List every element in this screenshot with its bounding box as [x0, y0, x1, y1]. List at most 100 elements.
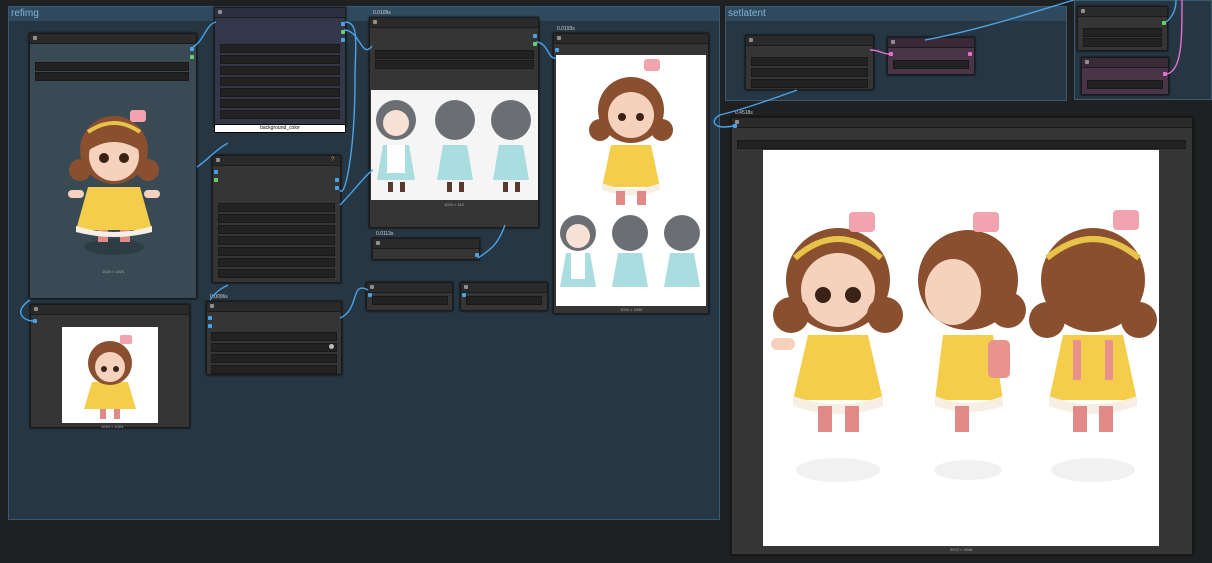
group-title-setlatent[interactable]: setlatent	[726, 7, 1066, 21]
output-pin-1[interactable]	[335, 178, 339, 182]
input-pin-2[interactable]	[214, 178, 218, 182]
small-node-c[interactable]	[460, 282, 548, 311]
input-pin-1[interactable]	[208, 316, 212, 320]
latent-field-2[interactable]	[751, 68, 868, 77]
node-header[interactable]	[746, 36, 873, 46]
collapse-dot[interactable]	[33, 36, 37, 40]
sheet-field-1[interactable]	[375, 50, 534, 59]
collapse-dot[interactable]	[370, 285, 374, 289]
collapse-dot[interactable]	[216, 158, 220, 162]
top-right-node-b[interactable]	[1081, 57, 1169, 95]
collapse-dot[interactable]	[891, 40, 895, 44]
node-header[interactable]	[1082, 58, 1168, 68]
param-field-4[interactable]	[218, 236, 335, 245]
node-header[interactable]	[370, 18, 538, 28]
setting-field-6[interactable]	[220, 99, 340, 108]
param-field-7[interactable]	[218, 269, 335, 278]
node-b-field[interactable]	[1087, 80, 1163, 89]
setting-field-7[interactable]	[220, 110, 340, 119]
output-preview-node[interactable]: 0.4518s 3072 × 2048	[731, 110, 1193, 555]
collapse-dot[interactable]	[34, 307, 38, 311]
collapse-dot[interactable]	[464, 285, 468, 289]
collapse-dot[interactable]	[1085, 60, 1089, 64]
setting-field-3[interactable]	[220, 66, 340, 75]
small-node-b-field[interactable]	[372, 296, 448, 305]
node-header[interactable]	[367, 283, 452, 293]
sampler-field-1[interactable]	[211, 332, 337, 341]
latent-field-3[interactable]	[751, 79, 868, 88]
output-pin-2[interactable]	[341, 30, 345, 34]
node-header[interactable]	[888, 38, 974, 48]
small-node-a[interactable]: 0.0113s	[372, 231, 480, 260]
small-node-c-field[interactable]	[466, 296, 542, 305]
toggle-dot[interactable]	[329, 344, 334, 349]
input-pin[interactable]	[555, 48, 559, 52]
input-pin[interactable]	[733, 124, 737, 128]
latent-pink-node[interactable]	[887, 37, 975, 75]
node-graph-canvas[interactable]: refimg setlatent 1024 × 1024 1024 × 1024…	[0, 0, 1212, 563]
input-pin-2[interactable]	[208, 324, 212, 328]
character-sheet-node[interactable]: 0.0109s 1024 × 512	[369, 10, 539, 228]
collapse-dot[interactable]	[749, 38, 753, 42]
setting-field-5[interactable]	[220, 88, 340, 97]
node-header[interactable]	[373, 239, 479, 249]
sampler-field-3[interactable]	[211, 354, 337, 363]
setting-field-1[interactable]	[220, 44, 340, 53]
node-header[interactable]	[207, 302, 341, 312]
output-pin-1[interactable]	[533, 34, 537, 38]
top-right-node-a[interactable]	[1077, 6, 1168, 51]
pink-node-field[interactable]	[893, 60, 969, 69]
node-header[interactable]	[461, 283, 547, 293]
node-a-field-2[interactable]	[1083, 38, 1162, 47]
collapse-dot[interactable]	[557, 36, 561, 40]
output-pin-1[interactable]	[341, 22, 345, 26]
processing-node[interactable]: ?	[212, 155, 341, 283]
param-field-6[interactable]	[218, 258, 335, 267]
collapse-dot[interactable]	[1081, 9, 1085, 13]
settings-node[interactable]	[214, 7, 346, 125]
node-header[interactable]	[213, 156, 340, 166]
node-header[interactable]	[31, 305, 189, 315]
output-pin[interactable]	[475, 253, 479, 257]
background-color-field[interactable]: background_color	[214, 124, 346, 133]
sampler-node[interactable]: 0.0006s	[206, 294, 342, 375]
node-header[interactable]	[215, 8, 345, 18]
preview-image-node[interactable]: 1024 × 1024	[30, 304, 190, 429]
sampler-field-2[interactable]	[211, 343, 337, 352]
output-pin-2[interactable]	[335, 186, 339, 190]
output-pin-2[interactable]	[533, 42, 537, 46]
param-field-1[interactable]	[218, 203, 335, 212]
output-pin[interactable]	[1163, 72, 1167, 76]
latent-field-1[interactable]	[751, 57, 868, 66]
collapse-dot[interactable]	[210, 304, 214, 308]
output-field[interactable]	[737, 140, 1186, 149]
param-field-5[interactable]	[218, 247, 335, 256]
small-node-b[interactable]	[366, 282, 453, 311]
param-field-2[interactable]	[218, 214, 335, 223]
collapse-dot[interactable]	[373, 20, 377, 24]
output-pin[interactable]	[968, 52, 972, 56]
output-pin-image[interactable]	[190, 47, 194, 51]
collapse-dot[interactable]	[218, 10, 222, 14]
input-pin-images[interactable]	[33, 319, 37, 323]
output-pin-mask[interactable]	[190, 55, 194, 59]
sampler-field-4[interactable]	[211, 365, 337, 374]
input-pin-1[interactable]	[214, 170, 218, 174]
setting-field-4[interactable]	[220, 77, 340, 86]
load-image-node[interactable]: 1024 × 1024	[29, 33, 197, 299]
node-header[interactable]	[554, 34, 708, 44]
output-pin[interactable]	[1162, 21, 1166, 25]
group-title-refimg[interactable]: refimg	[9, 7, 719, 21]
upload-field[interactable]	[35, 72, 189, 81]
setting-field-2[interactable]	[220, 55, 340, 64]
image-select-field[interactable]	[35, 62, 189, 71]
node-header[interactable]	[732, 118, 1192, 128]
input-pin[interactable]	[889, 52, 893, 56]
node-header[interactable]	[30, 34, 196, 44]
param-field-3[interactable]	[218, 225, 335, 234]
node-header[interactable]	[1078, 7, 1167, 17]
output-pin-3[interactable]	[341, 38, 345, 42]
collapse-dot[interactable]	[376, 241, 380, 245]
stacked-preview-node[interactable]: 0.0193s 1024 × 1536	[553, 26, 709, 314]
node-a-field-1[interactable]	[1083, 28, 1162, 37]
